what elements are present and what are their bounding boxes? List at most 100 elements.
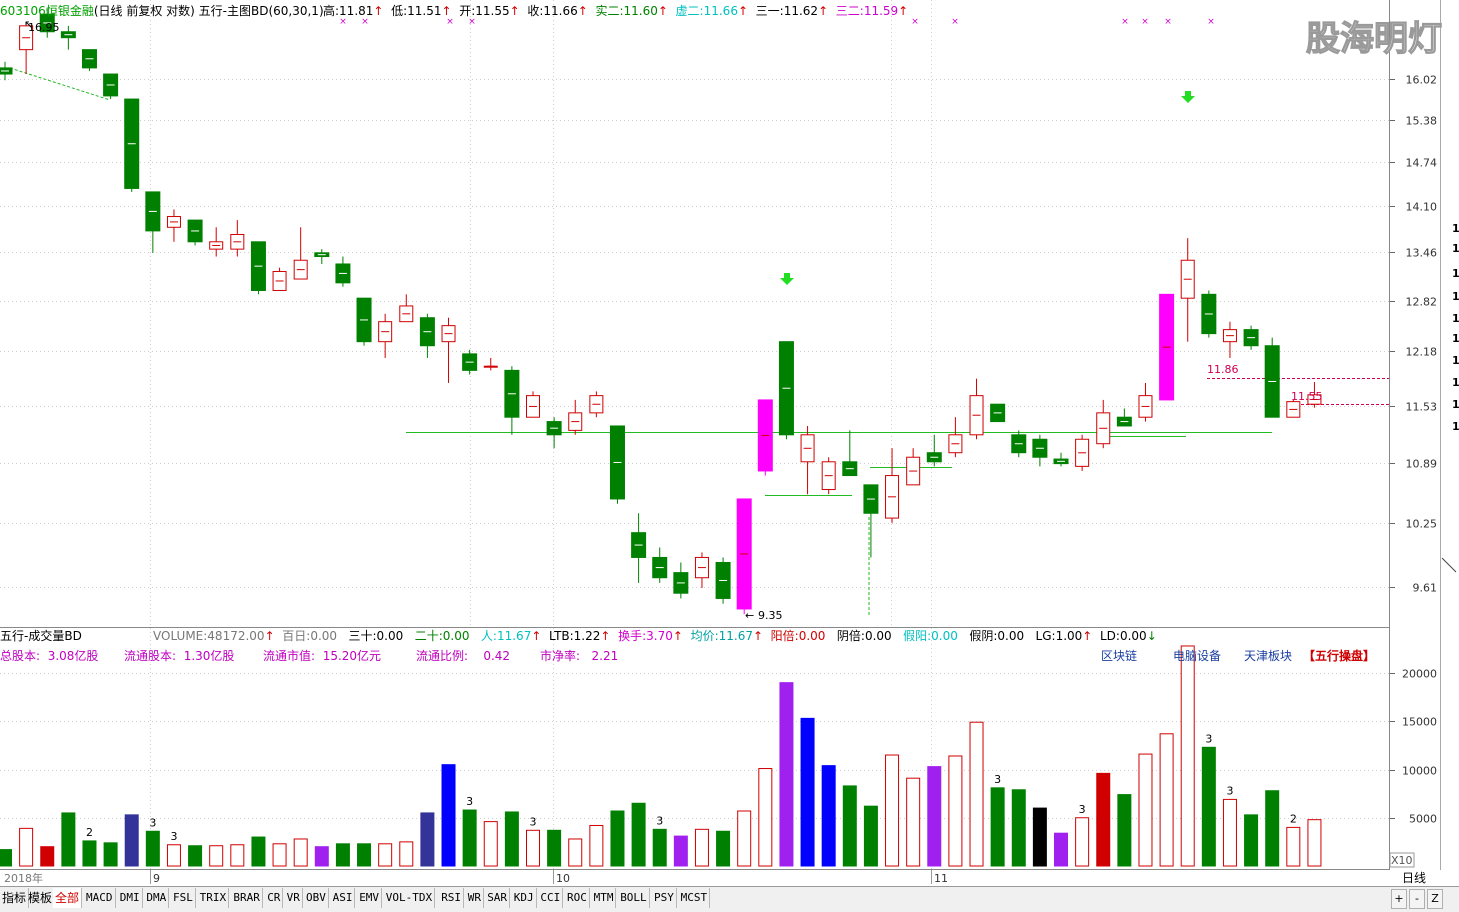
tab-vr[interactable]: VR (285, 888, 303, 908)
period-label[interactable]: 日线 (1402, 871, 1426, 885)
volume-bar[interactable] (82, 840, 97, 867)
tab-trix[interactable]: TRIX (198, 888, 230, 908)
tab-vol-tdx[interactable]: VOL-TDX (384, 888, 436, 908)
tab-mtm[interactable]: MTM (592, 888, 617, 908)
volume-bar[interactable] (906, 777, 921, 867)
volume-bar[interactable] (673, 835, 688, 867)
volume-bar[interactable] (0, 849, 12, 867)
tab-boll[interactable]: BOLL (618, 888, 650, 908)
tab-psy[interactable]: PSY (652, 888, 677, 908)
volume-bar[interactable] (948, 755, 963, 867)
volume-bar[interactable] (462, 809, 477, 867)
volume-bar[interactable] (1117, 794, 1132, 867)
volume-bar[interactable] (335, 843, 350, 867)
volume-bar[interactable] (1307, 819, 1322, 867)
tab-macd[interactable]: MACD (84, 888, 116, 908)
tab-mcst[interactable]: MCST (679, 888, 711, 908)
volume-bar[interactable] (1096, 772, 1111, 867)
volume-bar[interactable] (61, 812, 76, 867)
concept-blockchain[interactable]: 区块链 (1101, 649, 1137, 663)
volume-bar[interactable] (610, 810, 625, 867)
volume-bar[interactable] (103, 842, 118, 867)
tab-asi[interactable]: ASI (331, 888, 356, 908)
volume-bar[interactable] (652, 828, 667, 867)
volume-bar[interactable] (1201, 746, 1216, 867)
volume-bar[interactable] (526, 829, 540, 867)
tab-cci[interactable]: CCI (538, 888, 564, 908)
volume-bar[interactable] (758, 768, 773, 867)
volume-bar[interactable] (1054, 832, 1068, 867)
volume-bar[interactable] (631, 802, 646, 867)
volume-bar[interactable] (737, 810, 752, 867)
volume-bar[interactable] (378, 843, 393, 867)
volume-bar[interactable] (357, 843, 372, 867)
tab-dmi[interactable]: DMI (118, 888, 143, 908)
volume-bar[interactable] (19, 827, 34, 867)
tab-rsi[interactable]: RSI (439, 888, 465, 908)
volume-bar[interactable] (1011, 789, 1026, 867)
tab-dma[interactable]: DMA (144, 888, 170, 908)
tab-cr[interactable]: CR (265, 888, 284, 908)
zoom-in-button[interactable]: + (1391, 889, 1407, 909)
volume-bar[interactable] (420, 812, 435, 867)
tab-emv[interactable]: EMV (357, 888, 383, 908)
volume-bar[interactable] (230, 844, 245, 867)
indicator-name[interactable]: 五行-主图BD(60,30,1) (199, 4, 324, 18)
tab-wr[interactable]: WR (466, 888, 485, 908)
volume-bar[interactable] (1286, 826, 1301, 867)
volume-bar[interactable] (145, 830, 160, 867)
volume-bar[interactable] (568, 838, 583, 867)
volume-bar[interactable] (1265, 790, 1280, 867)
volume-bar[interactable] (716, 830, 731, 867)
tab-roc[interactable]: ROC (565, 888, 590, 908)
tab-kdj[interactable]: KDJ (512, 888, 537, 908)
volume-bar[interactable] (293, 838, 308, 867)
volume-bar[interactable] (547, 829, 562, 867)
tab-sar[interactable]: SAR (485, 888, 511, 908)
volume-bar[interactable] (124, 814, 139, 867)
volume-bar[interactable] (927, 766, 942, 867)
chart-canvas[interactable]: 16.02 15.38 14.74 14.10 13.46 12.82 12.18 11.53… (0, 0, 1459, 886)
volume-bar[interactable] (188, 845, 203, 867)
volume-bar[interactable] (1075, 817, 1090, 867)
tab-fsl[interactable]: FSL (171, 888, 196, 908)
volume-bar[interactable] (441, 764, 456, 867)
volume-bar[interactable] (166, 844, 181, 867)
volume-bar[interactable] (990, 787, 1005, 867)
volume-indicator-title[interactable]: 五行-成交量BD (0, 629, 82, 643)
tab-template[interactable]: 模板 (26, 888, 56, 908)
volume-bar[interactable] (863, 805, 878, 867)
volume-bar[interactable] (694, 828, 709, 867)
volume-bar[interactable] (399, 841, 414, 867)
volume-bar[interactable] (1244, 814, 1259, 867)
volume-bar[interactable] (1032, 807, 1047, 867)
volume-bar[interactable] (504, 811, 519, 867)
stock-name[interactable]: 恒银金融 (46, 4, 94, 18)
concept-tianjin[interactable]: 天津板块 (1244, 649, 1292, 663)
volume-bar[interactable] (272, 843, 287, 867)
volume-bar[interactable] (251, 836, 266, 867)
volume-bar[interactable] (1222, 798, 1237, 867)
tab-indicator[interactable]: 指标 (0, 888, 30, 908)
volume-bar[interactable] (40, 846, 55, 867)
concept-computer-equipment[interactable]: 电脑设备 (1173, 649, 1221, 663)
volume-bar[interactable] (779, 682, 794, 867)
tab-obv[interactable]: OBV (304, 888, 329, 908)
volume-bar[interactable] (1159, 733, 1174, 867)
volume-bars[interactable]: 2 3 3 3 3 3 3 3 3 3 2 (0, 645, 1322, 867)
volume-bar[interactable] (209, 845, 224, 867)
volume-bar[interactable] (969, 721, 984, 867)
volume-bar[interactable] (483, 821, 498, 867)
tab-all[interactable]: 全部 (53, 888, 83, 908)
volume-bar[interactable] (885, 754, 900, 867)
volume-bar[interactable] (589, 824, 604, 867)
volume-bar[interactable] (1180, 645, 1195, 867)
volume-bar[interactable] (314, 846, 329, 867)
volume-bar[interactable] (821, 765, 836, 867)
volume-bar[interactable] (842, 785, 857, 867)
zoom-out-button[interactable]: - (1409, 889, 1425, 909)
tab-brar[interactable]: BRAR (231, 888, 263, 908)
volume-bar[interactable] (1138, 753, 1153, 867)
concept-wuxing[interactable]: 【五行操盘】 (1303, 649, 1375, 663)
volume-bar[interactable] (800, 717, 815, 867)
